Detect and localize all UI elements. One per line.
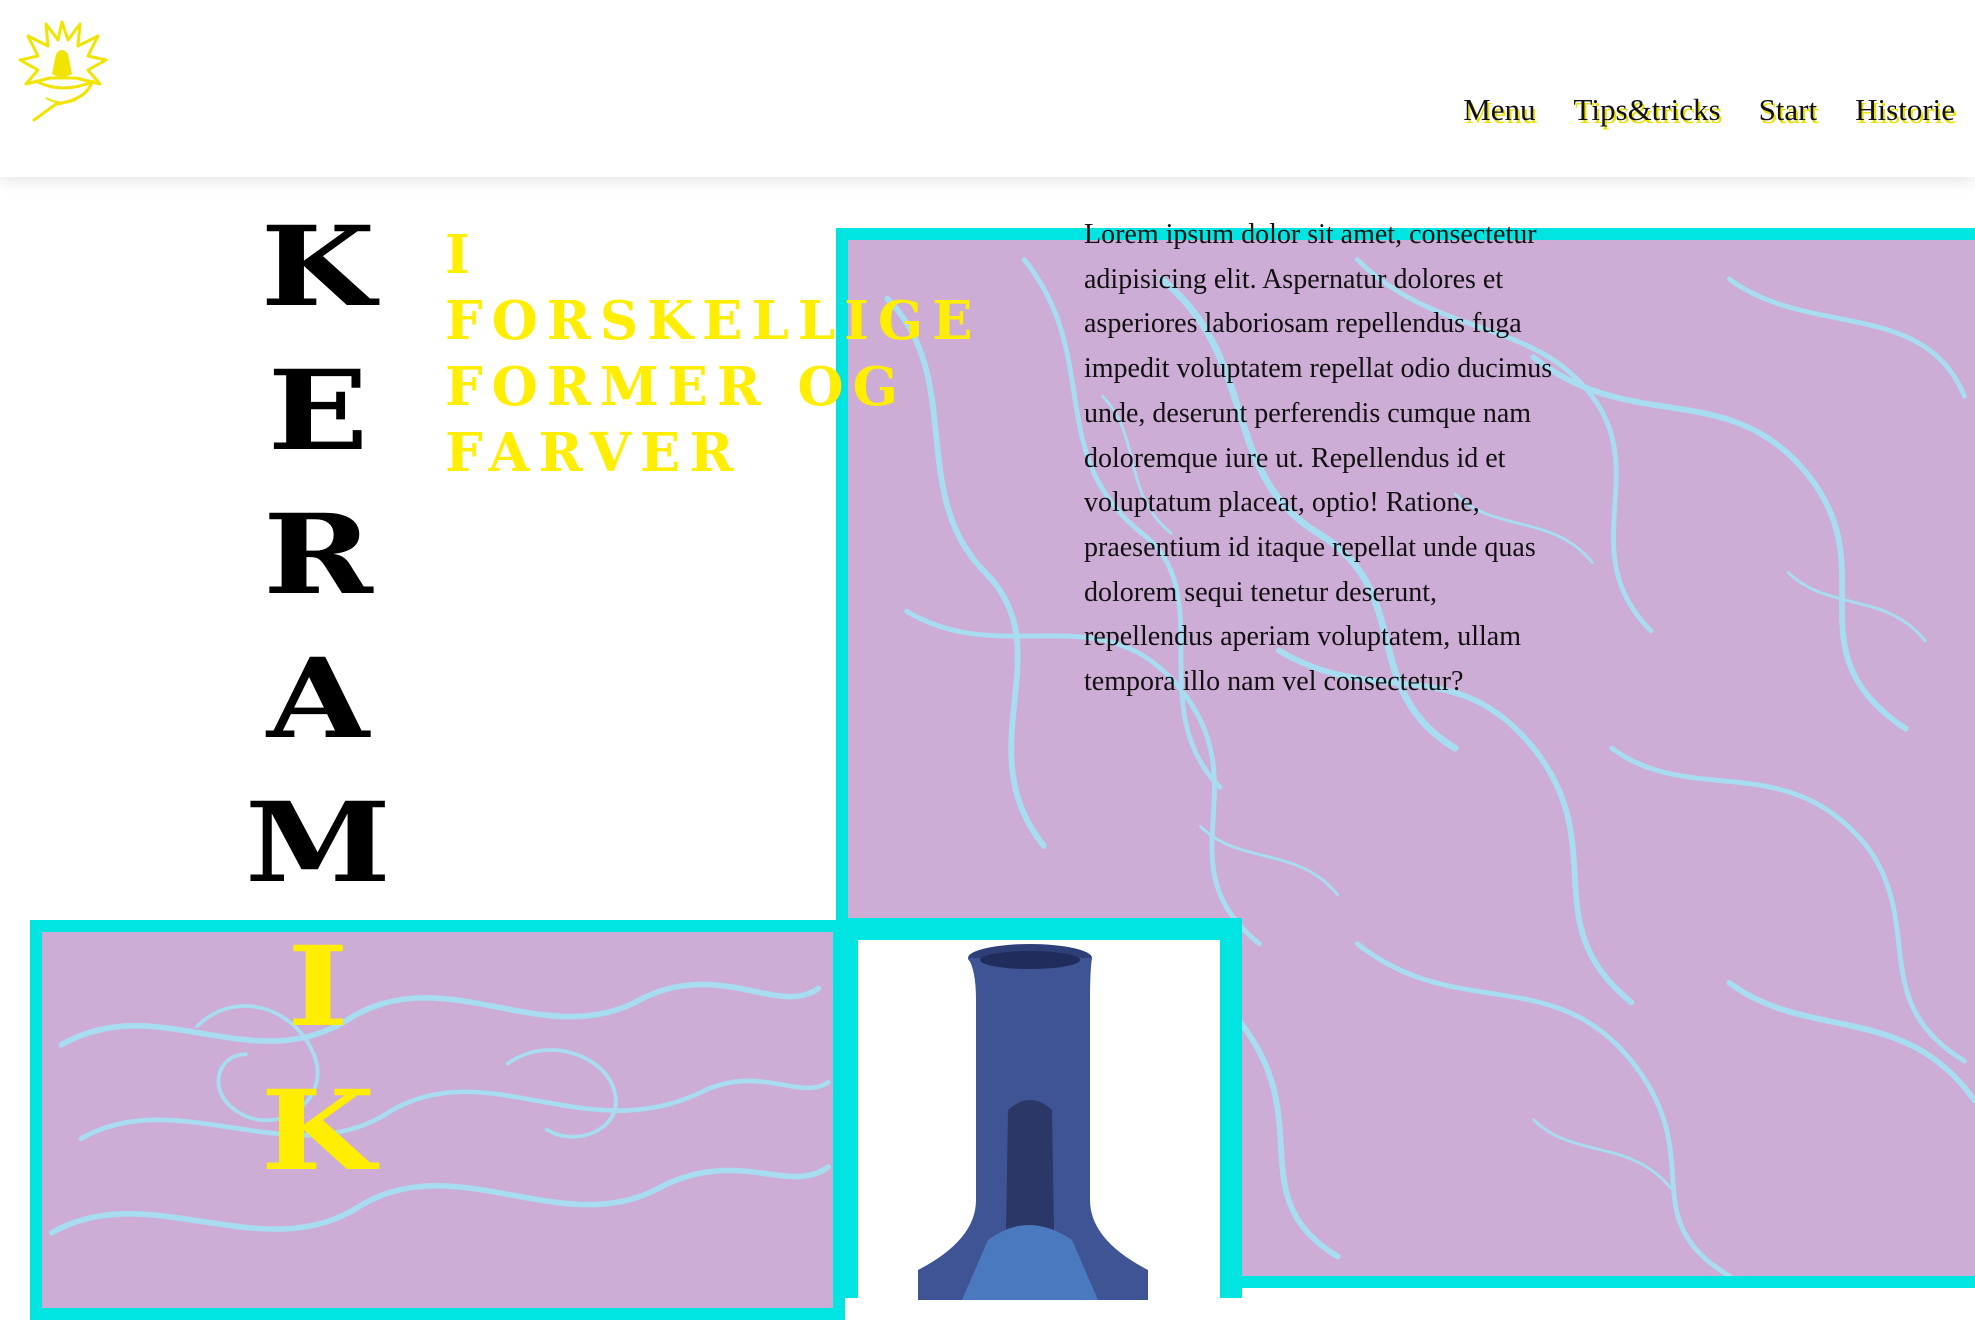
title-letter: K (260, 1066, 376, 1195)
title-letter: E (267, 346, 369, 475)
nav-start-link[interactable]: Start (1759, 92, 1818, 128)
title-letter: R (263, 490, 373, 619)
hero-body-text: Lorem ipsum dolor sit amet, consectetur … (1084, 219, 1553, 698)
vase-image (858, 940, 1220, 1300)
title-letter: A (266, 634, 370, 763)
subtitle-line: I (445, 224, 479, 286)
subtitle-line: FORMER OG (445, 356, 907, 418)
main-nav: Menu Tips&tricks Start Historie (1463, 92, 1955, 128)
potter-wheel-logo-icon[interactable] (16, 16, 108, 122)
nav-historie-link[interactable]: Historie (1855, 92, 1955, 128)
nav-tips-tricks-link[interactable]: Tips&tricks (1574, 92, 1721, 128)
title-letter: I (287, 922, 349, 1051)
title-letter: K (260, 202, 376, 331)
marble-bottom-left-panel (30, 920, 845, 1320)
vase-image-frame (836, 918, 1242, 1300)
site-header: Menu Tips&tricks Start Historie (0, 0, 1975, 177)
nav-menu-link[interactable]: Menu (1463, 92, 1535, 128)
keramik-vertical-title: K E R A M I K (245, 195, 391, 1203)
subtitle-line: FORSKELLIGE (445, 290, 982, 352)
title-letter: M (244, 778, 392, 907)
subtitle-line: FARVER (445, 422, 743, 484)
hero-subtitle: I FORSKELLIGE FORMER OG FARVER (445, 222, 1105, 486)
